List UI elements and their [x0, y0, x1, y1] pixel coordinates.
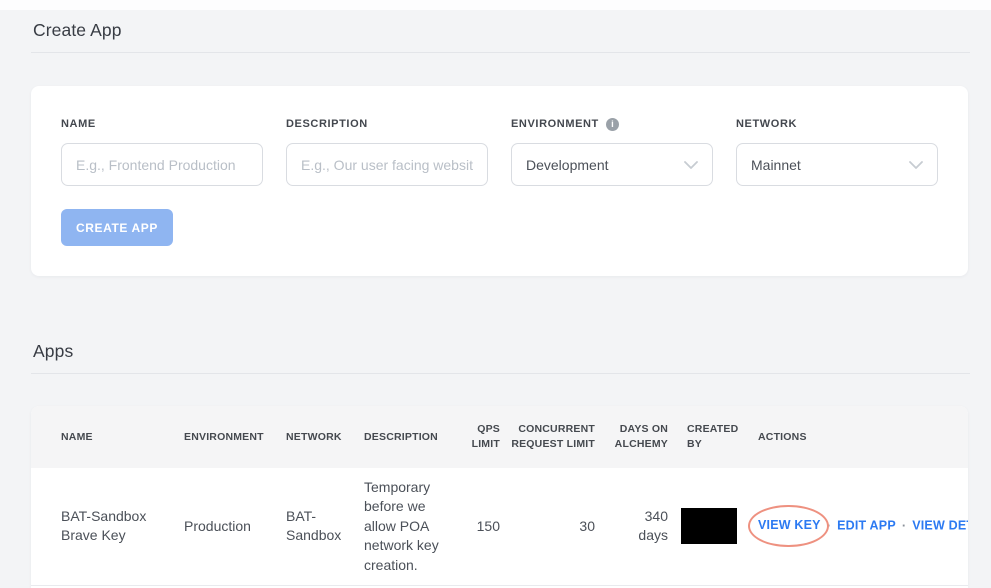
environment-select[interactable]: Development	[511, 143, 713, 186]
table-row: BAT-Sandbox Brave Key Production BAT-San…	[31, 468, 968, 585]
chevron-down-icon	[909, 160, 923, 169]
create-app-button[interactable]: CREATE APP	[61, 209, 173, 246]
create-app-title: Create App	[33, 20, 122, 40]
network-selected-value: Mainnet	[751, 156, 801, 173]
view-details-link[interactable]: VIEW DETAILS	[912, 518, 968, 532]
create-app-divider	[31, 52, 970, 53]
header-name: NAME	[61, 430, 93, 443]
info-icon[interactable]: i	[605, 118, 619, 131]
header-qps-limit: QPS LIMIT	[471, 423, 500, 450]
description-input[interactable]	[286, 143, 488, 186]
chevron-down-icon	[684, 160, 698, 169]
cell-qps-limit: 150	[476, 517, 500, 534]
cell-actions: VIEW KEY · EDIT APP · VIEW DETAILS	[748, 468, 968, 585]
name-field-group: NAME	[61, 118, 263, 186]
network-select[interactable]: Mainnet	[736, 143, 938, 186]
cell-network: BAT-Sandbox	[286, 507, 342, 544]
table-header-row: NAME ENVIRONMENT NETWORK DESCRIPTION QPS…	[31, 406, 968, 468]
header-days-on-alchemy: DAYS ON ALCHEMY	[614, 423, 668, 450]
main-content: Create App NAME DESCRIPTION ENVIRONMENT …	[0, 0, 991, 588]
environment-field-group: ENVIRONMENT i Development	[511, 118, 713, 186]
header-concurrent-request-limit: CONCURRENT REQUEST LIMIT	[511, 423, 595, 450]
cell-app-name: BAT-Sandbox Brave Key	[61, 507, 147, 544]
name-input[interactable]	[61, 143, 263, 186]
header-actions: ACTIONS	[758, 430, 807, 443]
header-network: NETWORK	[286, 430, 342, 443]
apps-title: Apps	[33, 341, 74, 361]
cell-concurrent-request-limit: 30	[579, 517, 595, 534]
network-field-group: NETWORK Mainnet	[736, 118, 938, 186]
environment-label: ENVIRONMENT i	[511, 118, 713, 131]
cell-created-by	[668, 468, 758, 585]
environment-selected-value: Development	[526, 156, 609, 173]
header-description: DESCRIPTION	[364, 430, 438, 443]
header-environment: ENVIRONMENT	[184, 430, 264, 443]
apps-table: NAME ENVIRONMENT NETWORK DESCRIPTION QPS…	[31, 406, 968, 586]
apps-divider	[31, 373, 970, 374]
header-created-by: CREATED BY	[687, 423, 739, 450]
create-app-card: NAME DESCRIPTION ENVIRONMENT i Developme…	[31, 86, 968, 276]
description-label: DESCRIPTION	[286, 118, 368, 130]
created-by-redaction	[681, 508, 737, 545]
cell-environment: Production	[184, 517, 251, 534]
cell-days-on-alchemy: 340 days	[638, 507, 668, 544]
edit-app-link[interactable]: EDIT APP	[837, 518, 896, 532]
action-separator: ·	[826, 518, 832, 534]
action-separator: ·	[901, 518, 907, 534]
network-label: NETWORK	[736, 118, 798, 130]
view-key-wrap: VIEW KEY	[748, 504, 829, 548]
name-label: NAME	[61, 118, 96, 130]
cell-description: Temporary before we allow POA network ke…	[364, 478, 439, 573]
apps-table-card: NAME ENVIRONMENT NETWORK DESCRIPTION QPS…	[31, 406, 968, 588]
description-field-group: DESCRIPTION	[286, 118, 488, 186]
view-key-link[interactable]: VIEW KEY	[758, 518, 821, 532]
